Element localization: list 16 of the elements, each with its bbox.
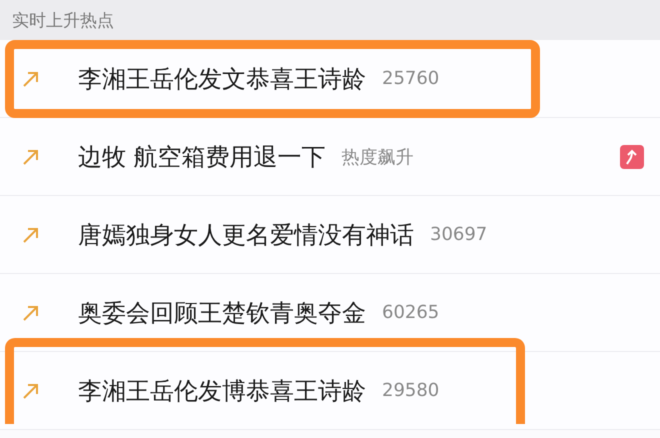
topic-title[interactable]: 李湘王岳伦发博恭喜王诗龄 (78, 374, 366, 406)
heat-value: 60265 (382, 302, 440, 323)
topic-title[interactable]: 边牧 航空箱费用退一下 (78, 140, 326, 172)
heat-value: 29580 (382, 380, 440, 401)
heat-value: 30697 (430, 224, 488, 245)
arrow-up-right-icon (22, 382, 40, 400)
topic-title[interactable]: 唐嫣独身女人更名爱情没有神话 (78, 218, 414, 250)
topic-title[interactable]: 李湘王岳伦发文恭喜王诗龄 (78, 62, 366, 94)
arrow-up-right-icon (22, 148, 40, 166)
heat-value: 热度飙升 (342, 146, 414, 168)
arrow-up-right-icon (22, 226, 40, 244)
topic-title[interactable]: 奥委会回顾王楚钦青奥夺金 (78, 296, 366, 328)
arrow-up-right-icon (22, 304, 40, 322)
section-title: 实时上升热点 (12, 10, 114, 32)
heat-value: 25760 (382, 68, 440, 89)
arrow-up-right-icon (22, 70, 40, 88)
